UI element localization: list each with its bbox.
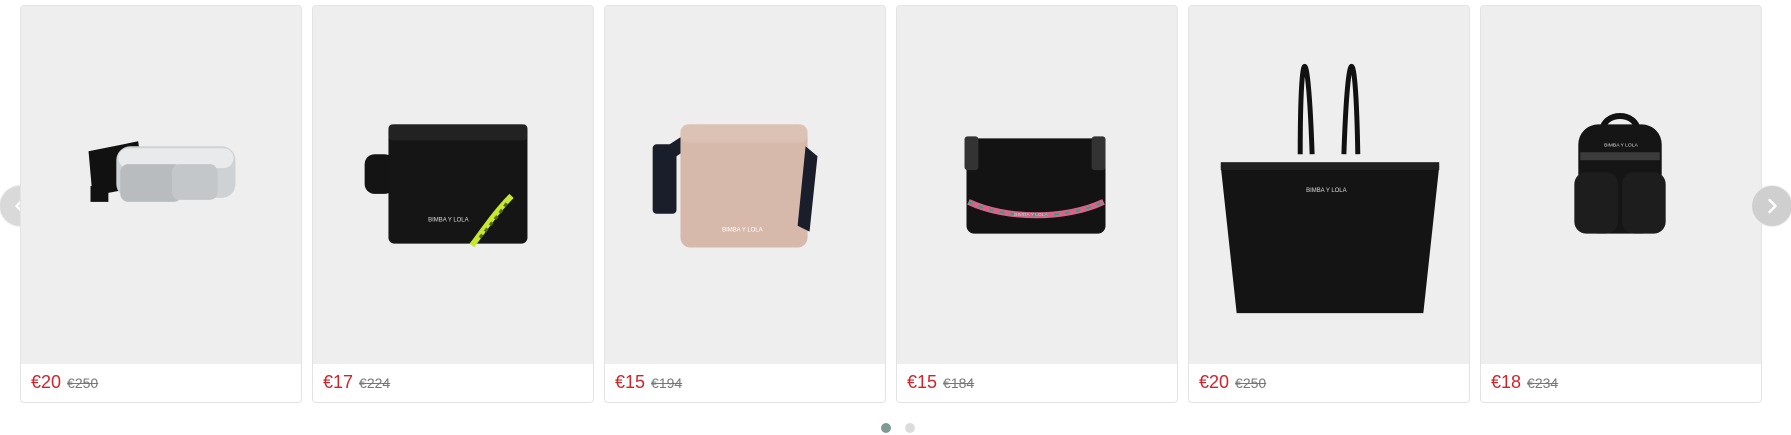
- product-price: €18 €234: [1491, 372, 1558, 393]
- product-price: €20 €250: [1199, 372, 1266, 393]
- original-price: €250: [1235, 375, 1267, 391]
- sale-price: €15: [907, 372, 938, 392]
- original-price: €194: [651, 375, 683, 391]
- product-price: €15 €194: [615, 372, 682, 393]
- product-price: €20 €250: [31, 372, 98, 393]
- carousel-pagination: [881, 423, 915, 433]
- pagination-dot-2[interactable]: [905, 423, 915, 433]
- product-image[interactable]: [21, 6, 301, 364]
- sale-price: €20: [1199, 372, 1230, 392]
- sale-price: €20: [31, 372, 62, 392]
- sale-price: €15: [615, 372, 646, 392]
- original-price: €224: [359, 375, 391, 391]
- original-price: €184: [943, 375, 975, 391]
- product-card[interactable]: BIMBA Y LOLA €20 €250: [1188, 5, 1470, 403]
- svg-text:BIMBA Y LOLA: BIMBA Y LOLA: [1604, 142, 1638, 148]
- chevron-right-icon: [1768, 198, 1777, 214]
- original-price: €250: [67, 375, 99, 391]
- product-image[interactable]: BIMBA Y LOLA: [605, 6, 885, 364]
- product-card[interactable]: BIMBA Y LOLA €15 €184: [896, 5, 1178, 403]
- svg-text:BIMBA Y LOLA: BIMBA Y LOLA: [722, 228, 762, 234]
- product-image[interactable]: BIMBA Y LOLA: [1189, 6, 1469, 364]
- product-card[interactable]: BIMBA Y LOLA €15 €194: [604, 5, 886, 403]
- product-carousel: €20 €250 BIMBA Y LOLA €17 €224 BIMBA Y L…: [0, 0, 1791, 435]
- product-list: €20 €250 BIMBA Y LOLA €17 €224 BIMBA Y L…: [20, 5, 1762, 403]
- svg-text:BIMBA Y LOLA: BIMBA Y LOLA: [428, 218, 468, 224]
- carousel-next-button[interactable]: [1752, 186, 1791, 226]
- product-price: €17 €224: [323, 372, 390, 393]
- svg-text:BIMBA Y LOLA: BIMBA Y LOLA: [1306, 188, 1346, 194]
- product-price: €15 €184: [907, 372, 974, 393]
- product-image[interactable]: BIMBA Y LOLA: [1481, 6, 1761, 364]
- product-image[interactable]: BIMBA Y LOLA: [313, 6, 593, 364]
- svg-text:BIMBA Y LOLA: BIMBA Y LOLA: [1014, 212, 1048, 218]
- pagination-dot-1[interactable]: [881, 423, 891, 433]
- product-image[interactable]: BIMBA Y LOLA: [897, 6, 1177, 364]
- product-card[interactable]: BIMBA Y LOLA €17 €224: [312, 5, 594, 403]
- sale-price: €17: [323, 372, 354, 392]
- original-price: €234: [1527, 375, 1559, 391]
- product-card[interactable]: €20 €250: [20, 5, 302, 403]
- product-card[interactable]: BIMBA Y LOLA €18 €234: [1480, 5, 1762, 403]
- sale-price: €18: [1491, 372, 1522, 392]
